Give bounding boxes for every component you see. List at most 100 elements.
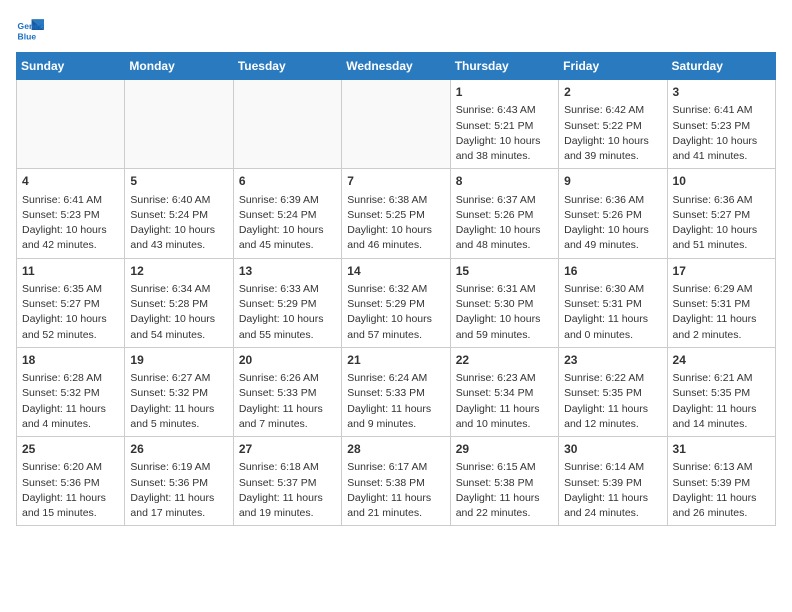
logo: General Blue — [16, 16, 48, 44]
day-info: Sunrise: 6:41 AM Sunset: 5:23 PM Dayligh… — [22, 193, 119, 254]
day-info: Sunrise: 6:15 AM Sunset: 5:38 PM Dayligh… — [456, 460, 553, 521]
calendar-cell: 26 Sunrise: 6:19 AM Sunset: 5:36 PM Dayli… — [125, 437, 233, 526]
day-number: 26 — [130, 441, 227, 458]
calendar-cell: 1 Sunrise: 6:43 AM Sunset: 5:21 PM Daylig… — [450, 80, 558, 169]
calendar-cell: 9 Sunrise: 6:36 AM Sunset: 5:26 PM Daylig… — [559, 169, 667, 258]
weekday-header-tuesday: Tuesday — [233, 53, 341, 80]
calendar-cell: 21 Sunrise: 6:24 AM Sunset: 5:33 PM Dayli… — [342, 347, 450, 436]
day-number: 29 — [456, 441, 553, 458]
calendar-week-1: 1 Sunrise: 6:43 AM Sunset: 5:21 PM Daylig… — [17, 80, 776, 169]
day-info: Sunrise: 6:32 AM Sunset: 5:29 PM Dayligh… — [347, 282, 444, 343]
calendar-cell: 20 Sunrise: 6:26 AM Sunset: 5:33 PM Dayli… — [233, 347, 341, 436]
calendar-cell: 22Sunrise: 6:23 AM Sunset: 5:34 PM Dayli… — [450, 347, 558, 436]
day-number: 13 — [239, 263, 336, 280]
weekday-header-friday: Friday — [559, 53, 667, 80]
calendar-table: SundayMondayTuesdayWednesdayThursdayFrid… — [16, 52, 776, 526]
day-info: Sunrise: 6:43 AM Sunset: 5:21 PM Dayligh… — [456, 103, 553, 164]
day-number: 10 — [673, 173, 770, 190]
day-info: Sunrise: 6:38 AM Sunset: 5:25 PM Dayligh… — [347, 193, 444, 254]
calendar-cell: 24Sunrise: 6:21 AM Sunset: 5:35 PM Dayli… — [667, 347, 775, 436]
day-number: 3 — [673, 84, 770, 101]
calendar-cell: 3Sunrise: 6:41 AM Sunset: 5:23 PM Daylig… — [667, 80, 775, 169]
day-number: 18 — [22, 352, 119, 369]
day-number: 19 — [130, 352, 227, 369]
day-info: Sunrise: 6:31 AM Sunset: 5:30 PM Dayligh… — [456, 282, 553, 343]
calendar-week-2: 4 Sunrise: 6:41 AM Sunset: 5:23 PM Daylig… — [17, 169, 776, 258]
day-number: 4 — [22, 173, 119, 190]
day-info: Sunrise: 6:24 AM Sunset: 5:33 PM Dayligh… — [347, 371, 444, 432]
logo-icon: General Blue — [16, 16, 44, 44]
day-info: Sunrise: 6:36 AM Sunset: 5:27 PM Dayligh… — [673, 193, 770, 254]
day-number: 23 — [564, 352, 661, 369]
day-info: Sunrise: 6:19 AM Sunset: 5:36 PM Dayligh… — [130, 460, 227, 521]
calendar-cell — [125, 80, 233, 169]
day-info: Sunrise: 6:36 AM Sunset: 5:26 PM Dayligh… — [564, 193, 661, 254]
day-number: 5 — [130, 173, 227, 190]
day-info: Sunrise: 6:27 AM Sunset: 5:32 PM Dayligh… — [130, 371, 227, 432]
day-info: Sunrise: 6:30 AM Sunset: 5:31 PM Dayligh… — [564, 282, 661, 343]
day-number: 8 — [456, 173, 553, 190]
day-number: 21 — [347, 352, 444, 369]
calendar-cell: 28Sunrise: 6:17 AM Sunset: 5:38 PM Dayli… — [342, 437, 450, 526]
calendar-cell: 12 Sunrise: 6:34 AM Sunset: 5:28 PM Dayli… — [125, 258, 233, 347]
day-number: 9 — [564, 173, 661, 190]
calendar-header-row: SundayMondayTuesdayWednesdayThursdayFrid… — [17, 53, 776, 80]
calendar-cell: 17Sunrise: 6:29 AM Sunset: 5:31 PM Dayli… — [667, 258, 775, 347]
day-number: 20 — [239, 352, 336, 369]
day-number: 24 — [673, 352, 770, 369]
calendar-cell: 27Sunrise: 6:18 AM Sunset: 5:37 PM Dayli… — [233, 437, 341, 526]
day-info: Sunrise: 6:28 AM Sunset: 5:32 PM Dayligh… — [22, 371, 119, 432]
day-info: Sunrise: 6:13 AM Sunset: 5:39 PM Dayligh… — [673, 460, 770, 521]
day-info: Sunrise: 6:23 AM Sunset: 5:34 PM Dayligh… — [456, 371, 553, 432]
day-info: Sunrise: 6:37 AM Sunset: 5:26 PM Dayligh… — [456, 193, 553, 254]
calendar-cell: 6 Sunrise: 6:39 AM Sunset: 5:24 PM Daylig… — [233, 169, 341, 258]
day-number: 6 — [239, 173, 336, 190]
day-number: 31 — [673, 441, 770, 458]
day-info: Sunrise: 6:39 AM Sunset: 5:24 PM Dayligh… — [239, 193, 336, 254]
calendar-cell: 19 Sunrise: 6:27 AM Sunset: 5:32 PM Dayli… — [125, 347, 233, 436]
calendar-cell: 13 Sunrise: 6:33 AM Sunset: 5:29 PM Dayli… — [233, 258, 341, 347]
day-info: Sunrise: 6:33 AM Sunset: 5:29 PM Dayligh… — [239, 282, 336, 343]
calendar-cell: 2 Sunrise: 6:42 AM Sunset: 5:22 PM Daylig… — [559, 80, 667, 169]
svg-text:General: General — [18, 21, 44, 31]
day-number: 15 — [456, 263, 553, 280]
calendar-cell: 5Sunrise: 6:40 AM Sunset: 5:24 PM Daylig… — [125, 169, 233, 258]
day-number: 11 — [22, 263, 119, 280]
calendar-cell: 31 Sunrise: 6:13 AM Sunset: 5:39 PM Dayli… — [667, 437, 775, 526]
day-info: Sunrise: 6:35 AM Sunset: 5:27 PM Dayligh… — [22, 282, 119, 343]
calendar-cell: 29 Sunrise: 6:15 AM Sunset: 5:38 PM Dayli… — [450, 437, 558, 526]
calendar-cell: 11 Sunrise: 6:35 AM Sunset: 5:27 PM Dayli… — [17, 258, 125, 347]
day-info: Sunrise: 6:42 AM Sunset: 5:22 PM Dayligh… — [564, 103, 661, 164]
day-number: 14 — [347, 263, 444, 280]
day-number: 12 — [130, 263, 227, 280]
calendar-week-4: 18 Sunrise: 6:28 AM Sunset: 5:32 PM Dayli… — [17, 347, 776, 436]
day-number: 2 — [564, 84, 661, 101]
calendar-week-3: 11 Sunrise: 6:35 AM Sunset: 5:27 PM Dayli… — [17, 258, 776, 347]
calendar-cell: 18 Sunrise: 6:28 AM Sunset: 5:32 PM Dayli… — [17, 347, 125, 436]
calendar-cell: 7Sunrise: 6:38 AM Sunset: 5:25 PM Daylig… — [342, 169, 450, 258]
calendar-cell: 23Sunrise: 6:22 AM Sunset: 5:35 PM Dayli… — [559, 347, 667, 436]
weekday-header-thursday: Thursday — [450, 53, 558, 80]
day-number: 30 — [564, 441, 661, 458]
day-number: 25 — [22, 441, 119, 458]
weekday-header-monday: Monday — [125, 53, 233, 80]
calendar-cell: 30 Sunrise: 6:14 AM Sunset: 5:39 PM Dayli… — [559, 437, 667, 526]
calendar-cell: 16Sunrise: 6:30 AM Sunset: 5:31 PM Dayli… — [559, 258, 667, 347]
svg-text:Blue: Blue — [18, 31, 37, 41]
day-info: Sunrise: 6:26 AM Sunset: 5:33 PM Dayligh… — [239, 371, 336, 432]
calendar-cell: 10 Sunrise: 6:36 AM Sunset: 5:27 PM Dayli… — [667, 169, 775, 258]
calendar-week-5: 25 Sunrise: 6:20 AM Sunset: 5:36 PM Dayli… — [17, 437, 776, 526]
calendar-cell: 8 Sunrise: 6:37 AM Sunset: 5:26 PM Daylig… — [450, 169, 558, 258]
calendar-cell: 14 Sunrise: 6:32 AM Sunset: 5:29 PM Dayli… — [342, 258, 450, 347]
day-number: 28 — [347, 441, 444, 458]
day-number: 17 — [673, 263, 770, 280]
calendar-body: 1 Sunrise: 6:43 AM Sunset: 5:21 PM Daylig… — [17, 80, 776, 526]
calendar-cell — [17, 80, 125, 169]
day-info: Sunrise: 6:20 AM Sunset: 5:36 PM Dayligh… — [22, 460, 119, 521]
day-info: Sunrise: 6:14 AM Sunset: 5:39 PM Dayligh… — [564, 460, 661, 521]
calendar-cell — [233, 80, 341, 169]
day-number: 1 — [456, 84, 553, 101]
calendar-cell: 15 Sunrise: 6:31 AM Sunset: 5:30 PM Dayli… — [450, 258, 558, 347]
calendar-cell — [342, 80, 450, 169]
day-info: Sunrise: 6:34 AM Sunset: 5:28 PM Dayligh… — [130, 282, 227, 343]
